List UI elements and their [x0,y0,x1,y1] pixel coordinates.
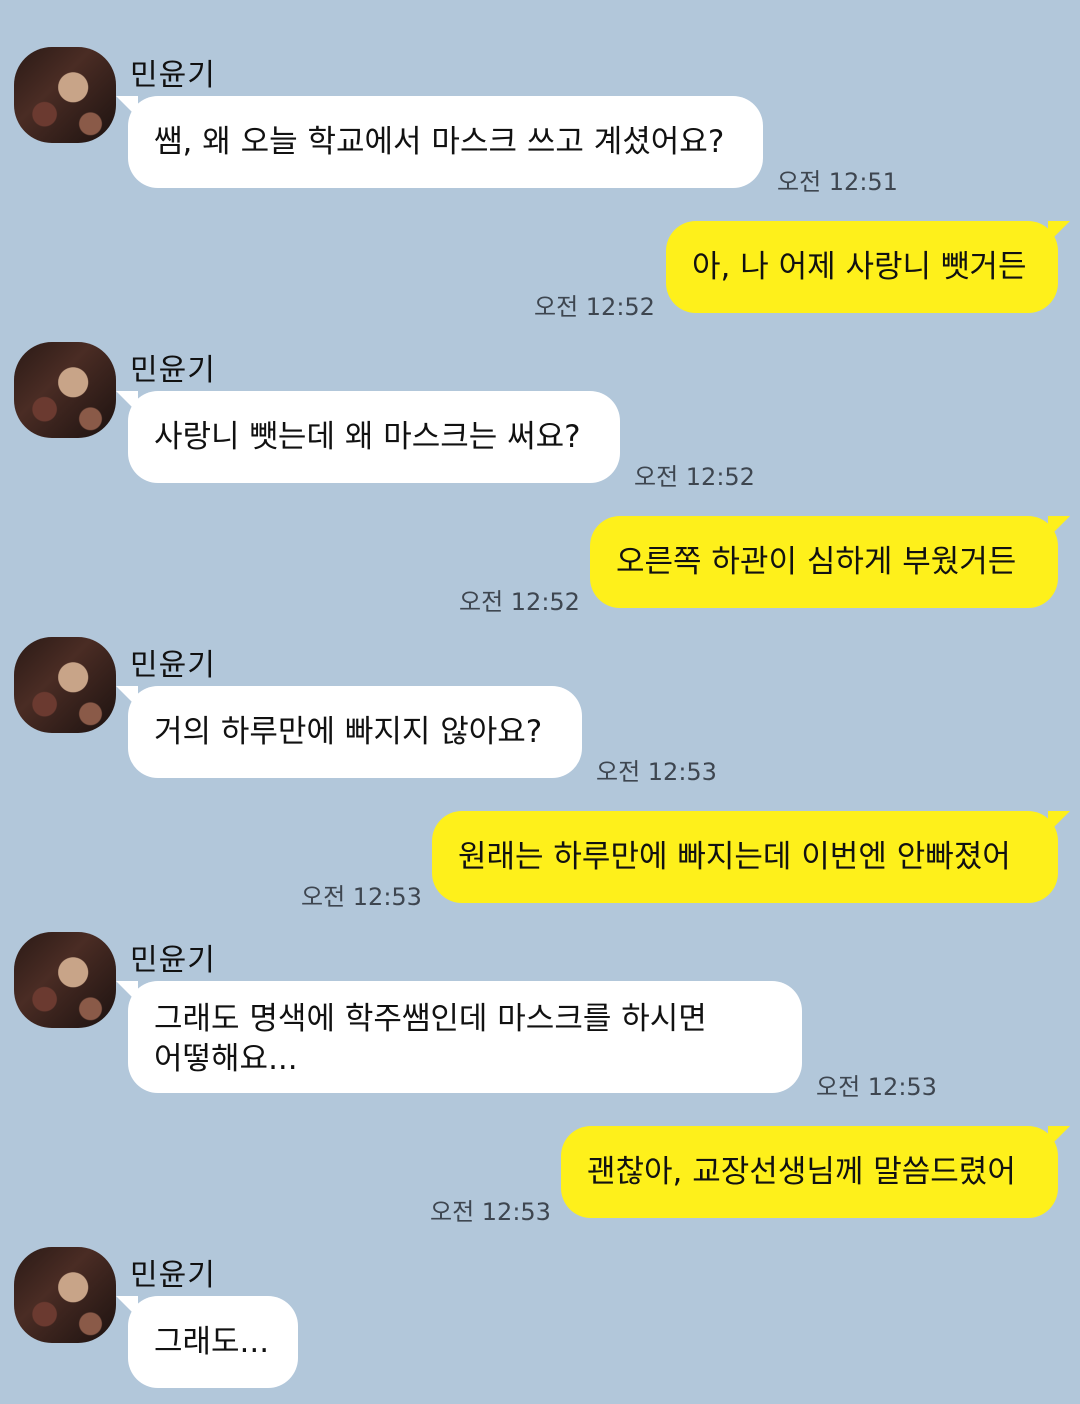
message-text: 사랑니 뺏는데 왜 마스크는 써요? [154,419,581,455]
message-bubble-outgoing[interactable]: 괜찮아, 교장선생님께 말씀드렸어 [561,1126,1070,1218]
avatar[interactable] [14,1247,116,1343]
message-time: 오전 12:52 [534,293,655,321]
message-text-line: 그래도 명색에 학주쌤인데 마스크를 하시면 [154,1001,707,1037]
message-time: 오전 12:53 [816,1073,937,1101]
avatar[interactable] [14,932,116,1028]
message-text: 원래는 하루만에 빠지는데 이번엔 안빠졌어 [458,839,1011,875]
sender-name: 민윤기 [130,1258,216,1293]
message-time: 오전 12:51 [777,168,898,196]
message-bubble-incoming[interactable]: 사랑니 뺏는데 왜 마스크는 써요? [116,391,620,483]
message-bubble-outgoing[interactable]: 아, 나 어제 사랑니 뺏거든 [666,221,1070,313]
message-text: 쌤, 왜 오늘 학교에서 마스크 쓰고 계셨어요? [154,124,725,160]
message-text: 그래도... [154,1324,270,1360]
avatar[interactable] [14,342,116,438]
message-text-line: 어떻해요... [154,1041,298,1077]
message-bubble-outgoing[interactable]: 원래는 하루만에 빠지는데 이번엔 안빠졌어 [432,811,1070,903]
message-time: 오전 12:52 [634,463,755,491]
sender-name: 민윤기 [130,648,216,683]
message-time: 오전 12:53 [430,1198,551,1226]
message-time: 오전 12:53 [301,883,422,911]
avatar[interactable] [14,47,116,143]
message-text: 괜찮아, 교장선생님께 말씀드렸어 [587,1154,1016,1190]
message-time: 오전 12:53 [596,758,717,786]
message-bubble-incoming[interactable]: 쌤, 왜 오늘 학교에서 마스크 쓰고 계셨어요? [116,96,763,188]
message-bubble-outgoing[interactable]: 오른쪽 하관이 심하게 부웠거든 [590,516,1070,608]
message-bubble-incoming[interactable]: 거의 하루만에 빠지지 않아요? [116,686,582,778]
message-bubble-incoming[interactable]: 그래도... [116,1296,298,1388]
sender-name: 민윤기 [130,58,216,93]
message-text: 오른쪽 하관이 심하게 부웠거든 [616,544,1017,580]
message-bubble-incoming[interactable]: 그래도 명색에 학주쌤인데 마스크를 하시면 어떻해요... [116,981,802,1093]
message-time: 오전 12:52 [459,588,580,616]
message-text: 아, 나 어제 사랑니 뺏거든 [692,249,1027,285]
sender-name: 민윤기 [130,353,216,388]
sender-name: 민윤기 [130,943,216,978]
message-text: 거의 하루만에 빠지지 않아요? [154,714,543,750]
avatar[interactable] [14,637,116,733]
